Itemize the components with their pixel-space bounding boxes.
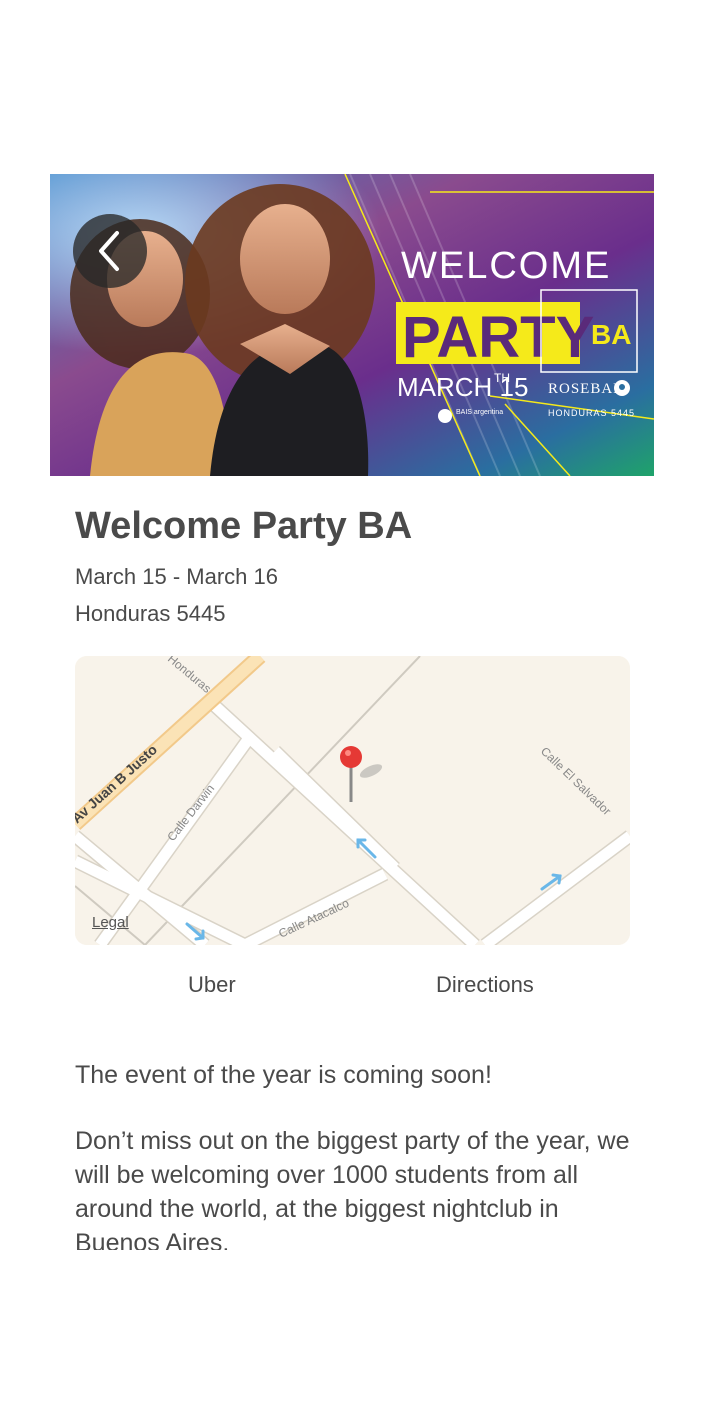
banner-date-suffix: TH bbox=[494, 371, 510, 385]
directions-button[interactable]: Directions bbox=[436, 972, 534, 998]
description-paragraph-1: The event of the year is coming soon! bbox=[75, 1061, 492, 1089]
banner-ba-text: BA bbox=[591, 319, 631, 350]
banner-artwork: WELCOME PARTY BA MARCH 15 TH ROSEBAR HON… bbox=[50, 174, 654, 476]
event-address: Honduras 5445 bbox=[75, 601, 226, 626]
chevron-left-icon bbox=[99, 231, 119, 271]
map-tiles: Av Juan B Justo Honduras Calle Darwin Ca… bbox=[75, 656, 630, 945]
banner-party-text: PARTY bbox=[402, 305, 594, 370]
banner-venue-text: ROSEBAR bbox=[548, 381, 624, 397]
back-button[interactable] bbox=[73, 214, 147, 288]
banner-venue-address: HONDURAS 5445 bbox=[548, 408, 635, 418]
location-map[interactable]: Av Juan B Justo Honduras Calle Darwin Ca… bbox=[75, 656, 630, 945]
event-title: Welcome Party BA bbox=[75, 505, 413, 547]
event-banner: WELCOME PARTY BA MARCH 15 TH ROSEBAR HON… bbox=[50, 174, 654, 476]
description-paragraph-2: Don’t miss out on the biggest party of t… bbox=[75, 1127, 630, 1250]
uber-button[interactable]: Uber bbox=[188, 972, 236, 998]
banner-sponsor: BAIS argentina bbox=[456, 409, 503, 416]
event-dates: March 15 - March 16 bbox=[75, 564, 278, 589]
event-description: The event of the year is coming soon! Do… bbox=[75, 1058, 635, 1250]
banner-welcome-text: WELCOME bbox=[401, 245, 611, 287]
map-legal-link[interactable]: Legal bbox=[92, 914, 129, 931]
